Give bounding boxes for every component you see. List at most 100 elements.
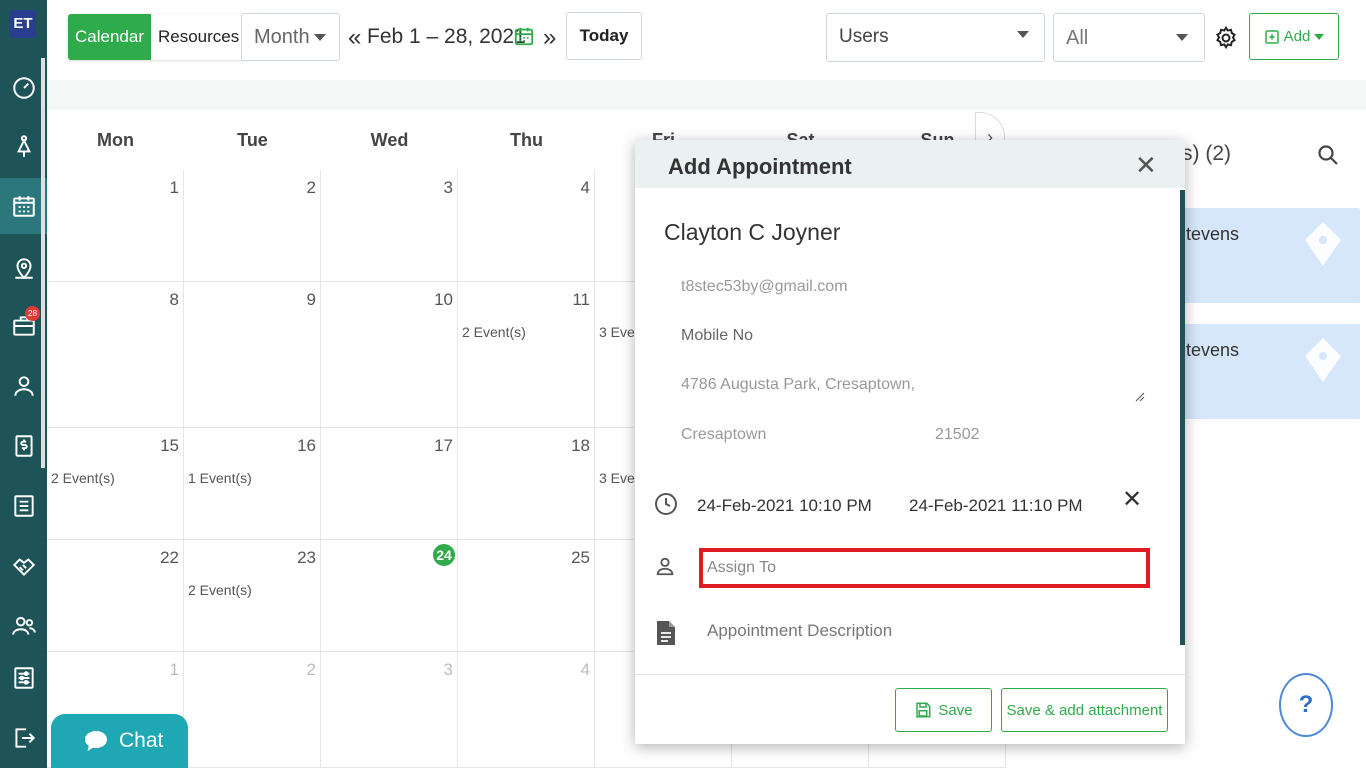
date-number: 11 bbox=[572, 290, 590, 309]
calendar-day-cell[interactable]: 25 bbox=[458, 540, 595, 652]
date-number: 22 bbox=[160, 548, 179, 567]
period-select[interactable]: Month bbox=[241, 13, 340, 61]
tag-icon bbox=[1305, 222, 1341, 266]
today-button[interactable]: Today bbox=[566, 12, 642, 60]
users-select-value: Users bbox=[839, 26, 889, 47]
toolbar-spacer bbox=[47, 80, 1366, 110]
day-header-mon: Mon bbox=[97, 130, 134, 150]
chevron-down-icon bbox=[314, 34, 326, 41]
date-number: 18 bbox=[571, 436, 590, 455]
calendar-day-cell[interactable]: 23 2 Event(s) bbox=[184, 540, 321, 652]
document-icon bbox=[655, 619, 677, 652]
resources-view-button[interactable]: Resources bbox=[151, 14, 247, 60]
calendar-day-cell[interactable]: 9 bbox=[184, 282, 321, 428]
address-field[interactable]: 4786 Augusta Park, Cresaptown, bbox=[681, 370, 1147, 402]
mobile-field[interactable]: Mobile No bbox=[681, 327, 753, 345]
assign-to-field[interactable] bbox=[699, 548, 1150, 588]
calendar-day-cell[interactable]: 4 bbox=[458, 652, 595, 768]
start-datetime-field[interactable]: 24-Feb-2021 10:10 PM bbox=[697, 496, 872, 516]
end-datetime-field[interactable]: 24-Feb-2021 11:10 PM bbox=[909, 496, 1083, 516]
date-number: 8 bbox=[169, 290, 179, 309]
appointment-card-name: tevens bbox=[1186, 340, 1240, 360]
person-icon bbox=[654, 555, 676, 582]
users-select[interactable]: Users bbox=[826, 13, 1045, 62]
users-icon[interactable] bbox=[0, 598, 47, 654]
day-header-wed: Wed bbox=[370, 130, 409, 150]
next-period-button[interactable]: » bbox=[543, 24, 556, 52]
billing-icon[interactable] bbox=[0, 418, 47, 474]
calendar-day-cell[interactable]: 16 1 Event(s) bbox=[184, 428, 321, 540]
day-header-thu: Thu bbox=[510, 130, 543, 150]
settings-sliders-icon[interactable] bbox=[0, 650, 47, 706]
save-and-add-attachment-button[interactable]: Save & add attachment bbox=[1001, 688, 1168, 732]
add-button[interactable]: Add bbox=[1249, 13, 1339, 60]
event-count-link[interactable]: 2 Event(s) bbox=[462, 324, 526, 340]
calendar-day-cell[interactable]: 18 bbox=[458, 428, 595, 540]
assign-to-input[interactable] bbox=[707, 556, 1127, 580]
dialog-scrollbar[interactable] bbox=[1180, 190, 1185, 645]
calendar-day-cell[interactable]: 3 bbox=[321, 652, 458, 768]
save-button[interactable]: Save bbox=[895, 688, 992, 732]
calendar-day-cell[interactable]: 22 bbox=[47, 540, 184, 652]
zip-field[interactable]: 21502 bbox=[935, 426, 980, 444]
clear-datetime-icon[interactable]: ✕ bbox=[1122, 485, 1142, 514]
dialog-title: Add Appointment bbox=[668, 154, 852, 179]
help-button[interactable]: ? bbox=[1279, 673, 1333, 737]
appointment-card[interactable]: tevens bbox=[1178, 324, 1360, 419]
gear-icon[interactable] bbox=[1213, 25, 1239, 56]
calendar-day-cell[interactable]: 1 bbox=[47, 170, 184, 282]
logout-icon[interactable] bbox=[0, 710, 47, 766]
all-select-value: All bbox=[1066, 27, 1089, 49]
right-panel-title: s) (2) bbox=[1182, 142, 1231, 165]
clock-icon bbox=[654, 492, 678, 521]
pen-tool-icon[interactable] bbox=[0, 118, 47, 174]
event-count-link[interactable]: 2 Event(s) bbox=[51, 470, 115, 486]
view-toggle: Calendar Resources bbox=[68, 14, 247, 60]
calendar-day-cell[interactable]: 15 2 Event(s) bbox=[47, 428, 184, 540]
calendar-day-cell[interactable]: 17 bbox=[321, 428, 458, 540]
calendar-day-cell[interactable]: 10 bbox=[321, 282, 458, 428]
email-field[interactable]: t8stec53by@gmail.com bbox=[681, 278, 848, 296]
chat-button[interactable]: Chat bbox=[51, 714, 188, 768]
prev-period-button[interactable]: « bbox=[348, 24, 361, 52]
calendar-day-cell[interactable]: 2 bbox=[184, 652, 321, 768]
all-select[interactable]: All bbox=[1053, 13, 1205, 62]
date-number: 23 bbox=[297, 548, 316, 567]
city-field[interactable]: Cresaptown bbox=[681, 426, 766, 444]
date-picker-icon[interactable] bbox=[513, 24, 535, 53]
handshake-icon[interactable] bbox=[0, 538, 47, 594]
calendar-day-cell[interactable]: 11 2 Event(s) bbox=[458, 282, 595, 428]
user-icon[interactable] bbox=[0, 358, 47, 414]
briefcase-icon[interactable]: 28 bbox=[0, 298, 47, 354]
calendar-icon[interactable] bbox=[0, 178, 47, 234]
map-pin-icon[interactable] bbox=[0, 240, 47, 296]
calendar-day-cell[interactable]: 24 bbox=[321, 540, 458, 652]
date-number: 17 bbox=[434, 436, 453, 455]
date-number: 16 bbox=[297, 436, 316, 455]
toolbar: Calendar Resources Month « Feb 1 – 28, 2… bbox=[47, 0, 1366, 80]
close-icon[interactable]: ✕ bbox=[1135, 150, 1157, 181]
date-number: 15 bbox=[160, 436, 179, 455]
calendar-view-button[interactable]: Calendar bbox=[68, 14, 151, 60]
event-count-link[interactable]: 2 Event(s) bbox=[188, 582, 252, 598]
date-number: 4 bbox=[580, 660, 590, 679]
calendar-day-cell[interactable]: 3 bbox=[321, 170, 458, 282]
list-icon[interactable] bbox=[0, 478, 47, 534]
app-logo: ET bbox=[10, 10, 36, 38]
search-icon[interactable] bbox=[1316, 143, 1340, 172]
appointment-description-field[interactable]: Appointment Description bbox=[707, 621, 892, 641]
resize-handle-icon[interactable] bbox=[1135, 392, 1145, 402]
sidebar: ET 28 bbox=[0, 0, 47, 768]
calendar-day-cell[interactable]: 8 bbox=[47, 282, 184, 428]
sidebar-scrollbar[interactable] bbox=[41, 58, 45, 468]
chat-label: Chat bbox=[119, 729, 164, 752]
date-range-title: Feb 1 – 28, 2021 bbox=[367, 25, 526, 48]
calendar-day-cell[interactable]: 2 bbox=[184, 170, 321, 282]
calendar-day-cell[interactable]: 4 bbox=[458, 170, 595, 282]
dashboard-icon[interactable] bbox=[0, 60, 47, 116]
chevron-down-icon bbox=[1176, 34, 1188, 41]
date-number: 3 bbox=[443, 660, 453, 679]
date-number: 3 bbox=[443, 178, 453, 197]
event-count-link[interactable]: 1 Event(s) bbox=[188, 470, 252, 486]
appointment-card[interactable]: tevens bbox=[1178, 208, 1360, 303]
